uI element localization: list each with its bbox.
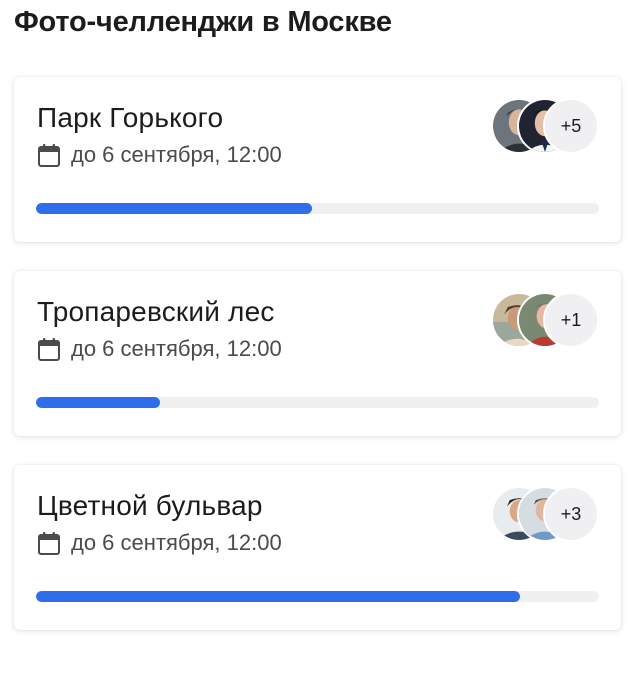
more-participants-badge: +3 [543,486,599,542]
challenge-card[interactable]: Цветной бульвар до 6 сентября, 12:00 +3 [14,465,621,630]
challenge-title: Цветной бульвар [37,490,263,521]
page-title: Фото-челленджи в Москве [14,6,392,38]
participants-avatars[interactable]: +5 [491,98,599,154]
participants-avatars[interactable]: +3 [491,486,599,542]
challenge-card[interactable]: Парк Горького до 6 сентября, 12:00 +5 [14,77,621,242]
challenge-deadline: до 6 сентября, 12:00 [37,141,282,169]
deadline-text: до 6 сентября, 12:00 [71,336,282,361]
calendar-icon [38,531,60,555]
challenge-title: Тропаревский лес [37,296,275,327]
deadline-text: до 6 сентября, 12:00 [71,142,282,167]
progress-fill [36,397,160,408]
progress-bar [36,397,599,408]
more-participants-badge: +5 [543,98,599,154]
calendar-icon [38,143,60,167]
calendar-icon [38,337,60,361]
progress-bar [36,203,599,214]
progress-fill [36,203,312,214]
progress-fill [36,591,521,602]
progress-bar [36,591,599,602]
participants-avatars[interactable]: +1 [491,292,599,348]
deadline-text: до 6 сентября, 12:00 [71,530,282,555]
challenge-card[interactable]: Тропаревский лес до 6 сентября, 12:00 +1 [14,271,621,436]
more-participants-badge: +1 [543,292,599,348]
challenge-deadline: до 6 сентября, 12:00 [37,529,282,557]
challenge-title: Парк Горького [37,102,224,133]
challenge-deadline: до 6 сентября, 12:00 [37,335,282,363]
